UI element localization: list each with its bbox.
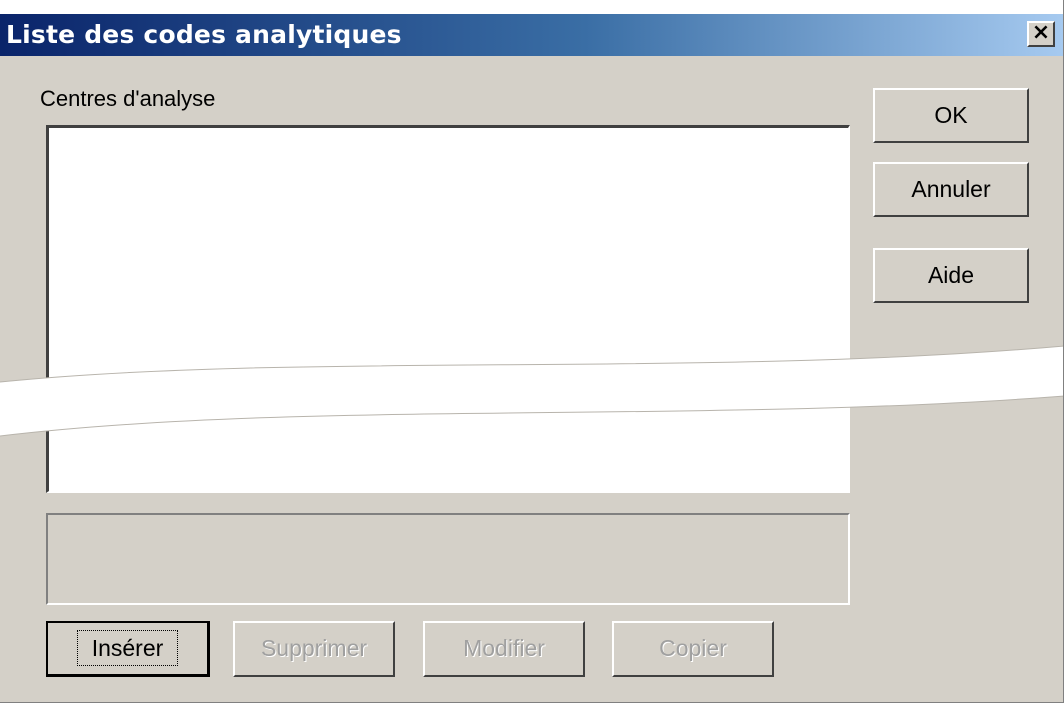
title-bar[interactable]: Liste des codes analytiques [0,14,1063,56]
list-label: Centres d'analyse [40,86,216,111]
close-button[interactable]: × [1027,21,1055,47]
copy-button[interactable]: Copier [612,621,774,677]
delete-button[interactable]: Supprimer [233,621,395,677]
description-panel [46,513,850,605]
cancel-button[interactable]: Annuler [873,162,1029,217]
modify-button[interactable]: Modifier [423,621,585,677]
analysis-centers-listbox[interactable] [46,125,850,493]
window-title: Liste des codes analytiques [6,20,402,49]
insert-button-label: Insérer [76,630,179,666]
dialog-window: Liste des codes analytiques × Centres d'… [0,0,1064,703]
screen-top-background-inner [0,0,1063,14]
insert-button[interactable]: Insérer [46,621,210,677]
ok-button[interactable]: OK [873,88,1029,143]
help-button[interactable]: Aide [873,248,1029,303]
close-icon: × [1031,20,1051,45]
